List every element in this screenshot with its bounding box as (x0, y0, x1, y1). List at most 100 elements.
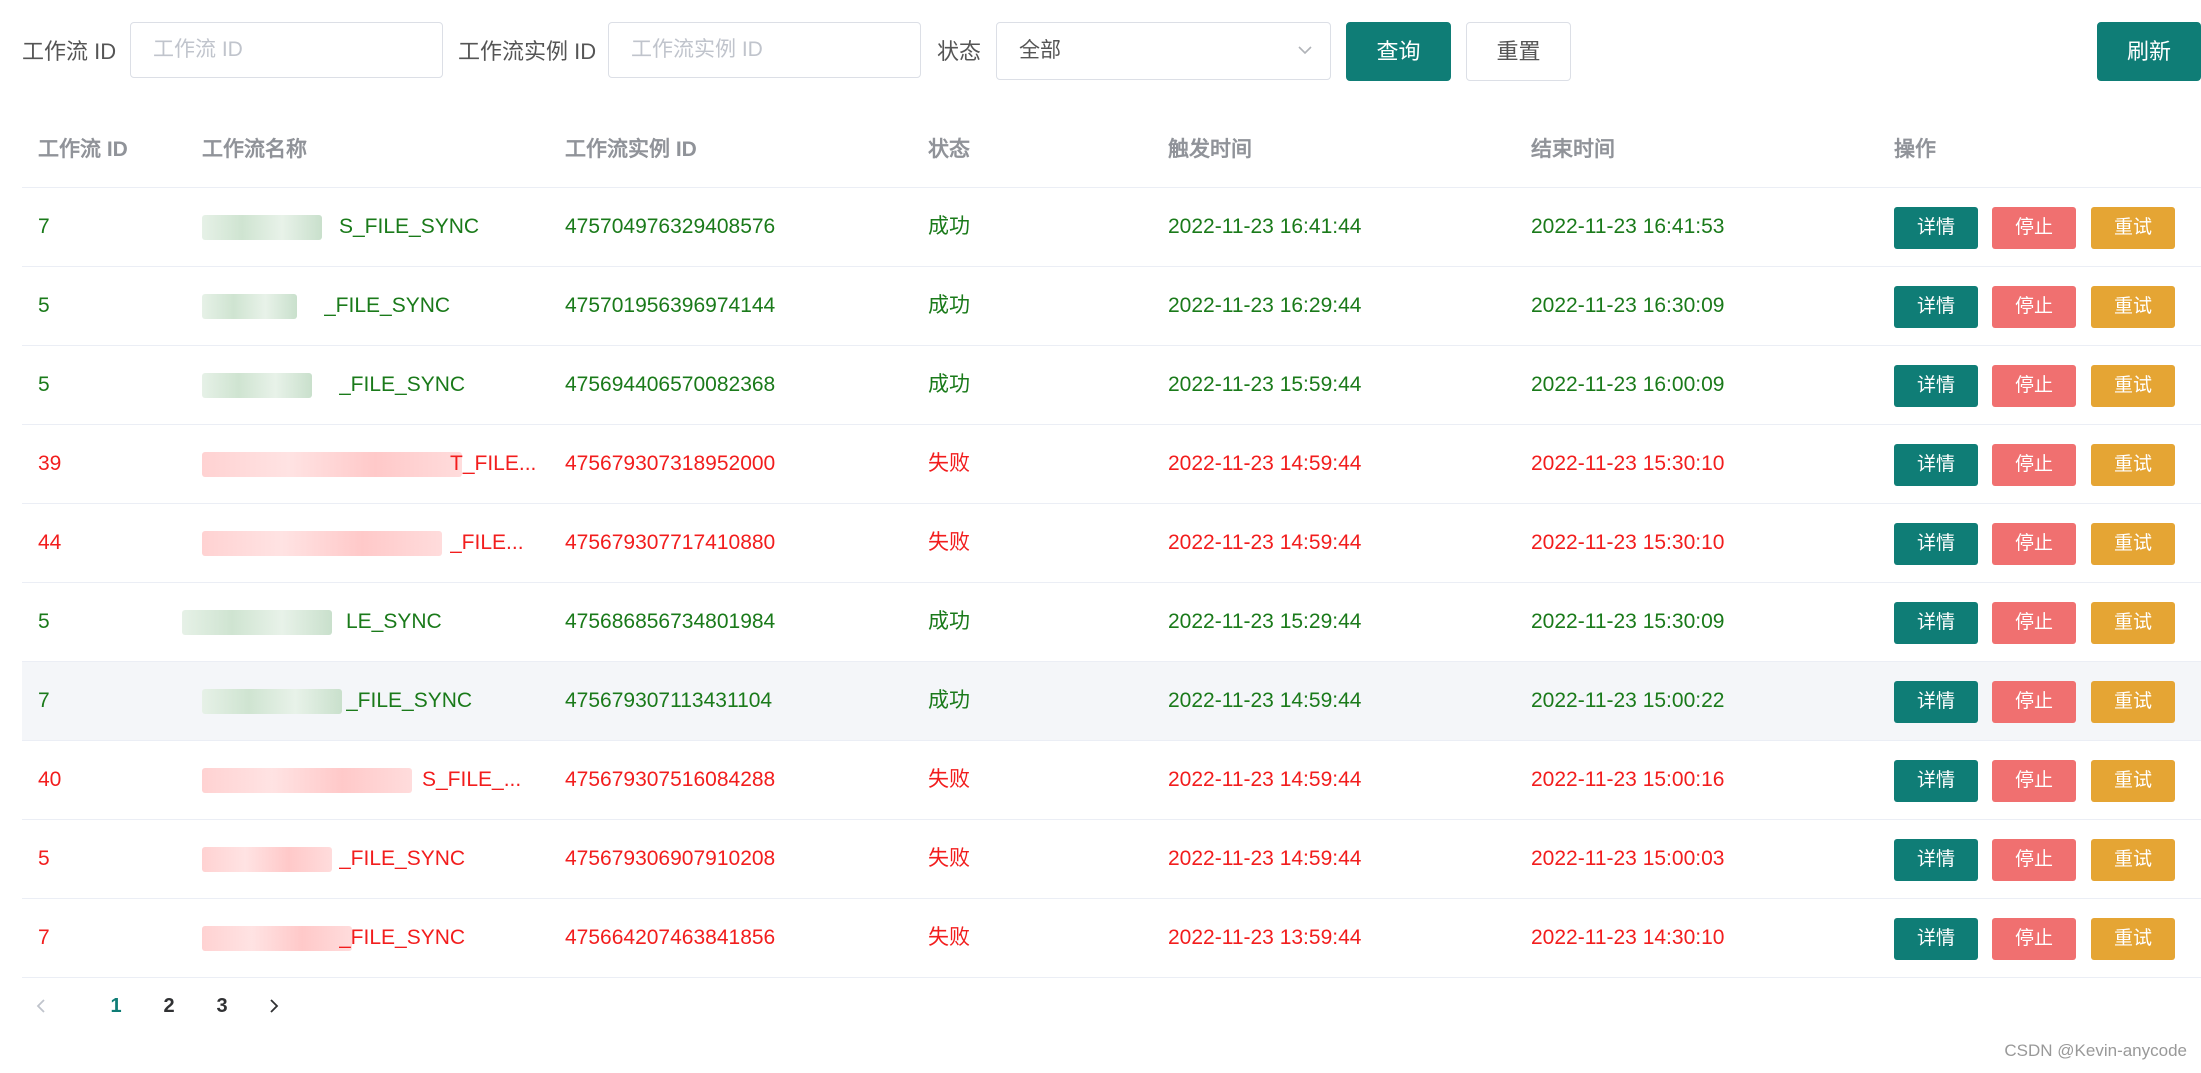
stop-button[interactable]: 停止 (1992, 681, 2076, 723)
cell-status: 成功 (928, 373, 970, 396)
table-row[interactable]: 5 _FILE_SYNC 475679306907910208 失败 2022-11-2… (22, 820, 2201, 899)
retry-button[interactable]: 重试 (2091, 365, 2175, 407)
cell-workflow-id: 5 (38, 373, 50, 396)
cell-trigger-time: 2022-11-23 14:59:44 (1168, 531, 1362, 554)
retry-button[interactable]: 重试 (2091, 681, 2175, 723)
table-row[interactable]: 7 _FILE_SYNC 475679307113431104 成功 2022-11-2… (22, 662, 2201, 741)
cell-workflow-name: LE_SYNC (346, 610, 442, 633)
page-3[interactable]: 3 (202, 986, 242, 1026)
cell-trigger-time: 2022-11-23 14:59:44 (1168, 452, 1362, 475)
workflow-id-input[interactable] (130, 22, 443, 78)
cell-end-time: 2022-11-23 15:30:10 (1531, 452, 1725, 475)
table-row[interactable]: 5 LE_SYNC 475686856734801984 成功 2022-11-23 1… (22, 583, 2201, 662)
detail-button[interactable]: 详情 (1894, 286, 1978, 328)
table-row[interactable]: 5 _FILE_SYNC 475694406570082368 成功 2022-11-2… (22, 346, 2201, 425)
redacted-name-mask (202, 689, 342, 714)
cell-instance-id: 475679307113431104 (565, 689, 773, 712)
col-status: 状态 (928, 138, 970, 161)
table-row[interactable]: 40 S_FILE_... 475679307516084288 失败 2022-11-… (22, 741, 2201, 820)
cell-end-time: 2022-11-23 16:30:09 (1531, 294, 1725, 317)
workflow-id-label: 工作流 ID (22, 39, 117, 64)
page-1[interactable]: 1 (96, 986, 136, 1026)
cell-status: 失败 (928, 926, 970, 949)
col-trigger-time: 触发时间 (1168, 138, 1252, 161)
table-row[interactable]: 39 T_FILE... 475679307318952000 失败 2022-11-2… (22, 425, 2201, 504)
cell-end-time: 2022-11-23 16:41:53 (1531, 215, 1725, 238)
workflow-instance-page: 工作流 ID 工作流实例 ID 状态 全部 查询 重置 刷新 工作流 ID 工作… (0, 0, 2201, 1073)
cell-instance-id: 475704976329408576 (565, 215, 776, 238)
cell-workflow-id: 40 (38, 768, 62, 791)
instance-id-label: 工作流实例 ID (458, 39, 597, 64)
table-row[interactable]: 5 _FILE_SYNC 475701956396974144 成功 2022-11-2… (22, 267, 2201, 346)
table-row[interactable]: 7 S_FILE_SYNC 475704976329408576 成功 2022-11-… (22, 188, 2201, 267)
chevron-down-icon (1298, 46, 1312, 55)
query-button[interactable]: 查询 (1346, 22, 1451, 81)
cell-end-time: 2022-11-23 15:30:10 (1531, 531, 1725, 554)
table-row[interactable]: 44 _FILE... 475679307717410880 失败 2022-11-23… (22, 504, 2201, 583)
detail-button[interactable]: 详情 (1894, 365, 1978, 407)
retry-button[interactable]: 重试 (2091, 839, 2175, 881)
table-row[interactable]: 7 _FILE_SYNC 475664207463841856 失败 2022-11-2… (22, 899, 2201, 978)
cell-workflow-name: _FILE_SYNC (339, 926, 466, 949)
cell-workflow-id: 7 (38, 689, 50, 712)
cell-status: 失败 (928, 531, 970, 554)
redacted-name-mask (202, 452, 462, 477)
detail-button[interactable]: 详情 (1894, 760, 1978, 802)
retry-button[interactable]: 重试 (2091, 207, 2175, 249)
chevron-right-icon (270, 999, 279, 1013)
cell-workflow-id: 5 (38, 294, 50, 317)
col-actions: 操作 (1894, 138, 1936, 161)
refresh-button[interactable]: 刷新 (2097, 22, 2201, 81)
detail-button[interactable]: 详情 (1894, 602, 1978, 644)
status-select[interactable]: 全部 (996, 22, 1331, 80)
instance-table: 工作流 ID 工作流名称 工作流实例 ID 状态 触发时间 结束时间 操作 7 S… (22, 112, 2201, 978)
retry-button[interactable]: 重试 (2091, 444, 2175, 486)
cell-end-time: 2022-11-23 16:00:09 (1531, 373, 1725, 396)
detail-button[interactable]: 详情 (1894, 681, 1978, 723)
cell-end-time: 2022-11-23 15:00:16 (1531, 768, 1725, 791)
cell-workflow-name: _FILE_SYNC (339, 373, 466, 396)
stop-button[interactable]: 停止 (1992, 760, 2076, 802)
stop-button[interactable]: 停止 (1992, 365, 2076, 407)
cell-status: 成功 (928, 610, 970, 633)
stop-button[interactable]: 停止 (1992, 839, 2076, 881)
retry-button[interactable]: 重试 (2091, 918, 2175, 960)
detail-button[interactable]: 详情 (1894, 839, 1978, 881)
col-workflow-id: 工作流 ID (38, 138, 128, 161)
page-2[interactable]: 2 (149, 986, 189, 1026)
cell-trigger-time: 2022-11-23 15:59:44 (1168, 373, 1362, 396)
cell-instance-id: 475679306907910208 (565, 847, 776, 870)
stop-button[interactable]: 停止 (1992, 207, 2076, 249)
prev-page-button[interactable] (30, 986, 54, 1026)
redacted-name-mask (202, 847, 332, 872)
retry-button[interactable]: 重试 (2091, 286, 2175, 328)
cell-trigger-time: 2022-11-23 13:59:44 (1168, 926, 1362, 949)
detail-button[interactable]: 详情 (1894, 918, 1978, 960)
cell-workflow-name: _FILE... (450, 531, 524, 554)
filter-bar: 工作流 ID 工作流实例 ID 状态 全部 查询 重置 刷新 (0, 0, 2201, 104)
retry-button[interactable]: 重试 (2091, 602, 2175, 644)
next-page-button[interactable] (262, 986, 286, 1026)
retry-button[interactable]: 重试 (2091, 523, 2175, 565)
stop-button[interactable]: 停止 (1992, 918, 2076, 960)
reset-button[interactable]: 重置 (1466, 22, 1571, 81)
cell-trigger-time: 2022-11-23 16:41:44 (1168, 215, 1362, 238)
stop-button[interactable]: 停止 (1992, 286, 2076, 328)
detail-button[interactable]: 详情 (1894, 523, 1978, 565)
instance-id-input[interactable] (608, 22, 921, 78)
status-select-value: 全部 (1019, 39, 1061, 62)
cell-instance-id: 475679307717410880 (565, 531, 776, 554)
stop-button[interactable]: 停止 (1992, 444, 2076, 486)
chevron-left-icon (36, 999, 45, 1013)
stop-button[interactable]: 停止 (1992, 602, 2076, 644)
stop-button[interactable]: 停止 (1992, 523, 2076, 565)
redacted-name-mask (182, 610, 332, 635)
cell-trigger-time: 2022-11-23 14:59:44 (1168, 847, 1362, 870)
detail-button[interactable]: 详情 (1894, 444, 1978, 486)
cell-workflow-name: S_FILE_... (422, 768, 522, 791)
cell-status: 成功 (928, 294, 970, 317)
cell-end-time: 2022-11-23 15:00:22 (1531, 689, 1725, 712)
retry-button[interactable]: 重试 (2091, 760, 2175, 802)
detail-button[interactable]: 详情 (1894, 207, 1978, 249)
cell-instance-id: 475664207463841856 (565, 926, 776, 949)
